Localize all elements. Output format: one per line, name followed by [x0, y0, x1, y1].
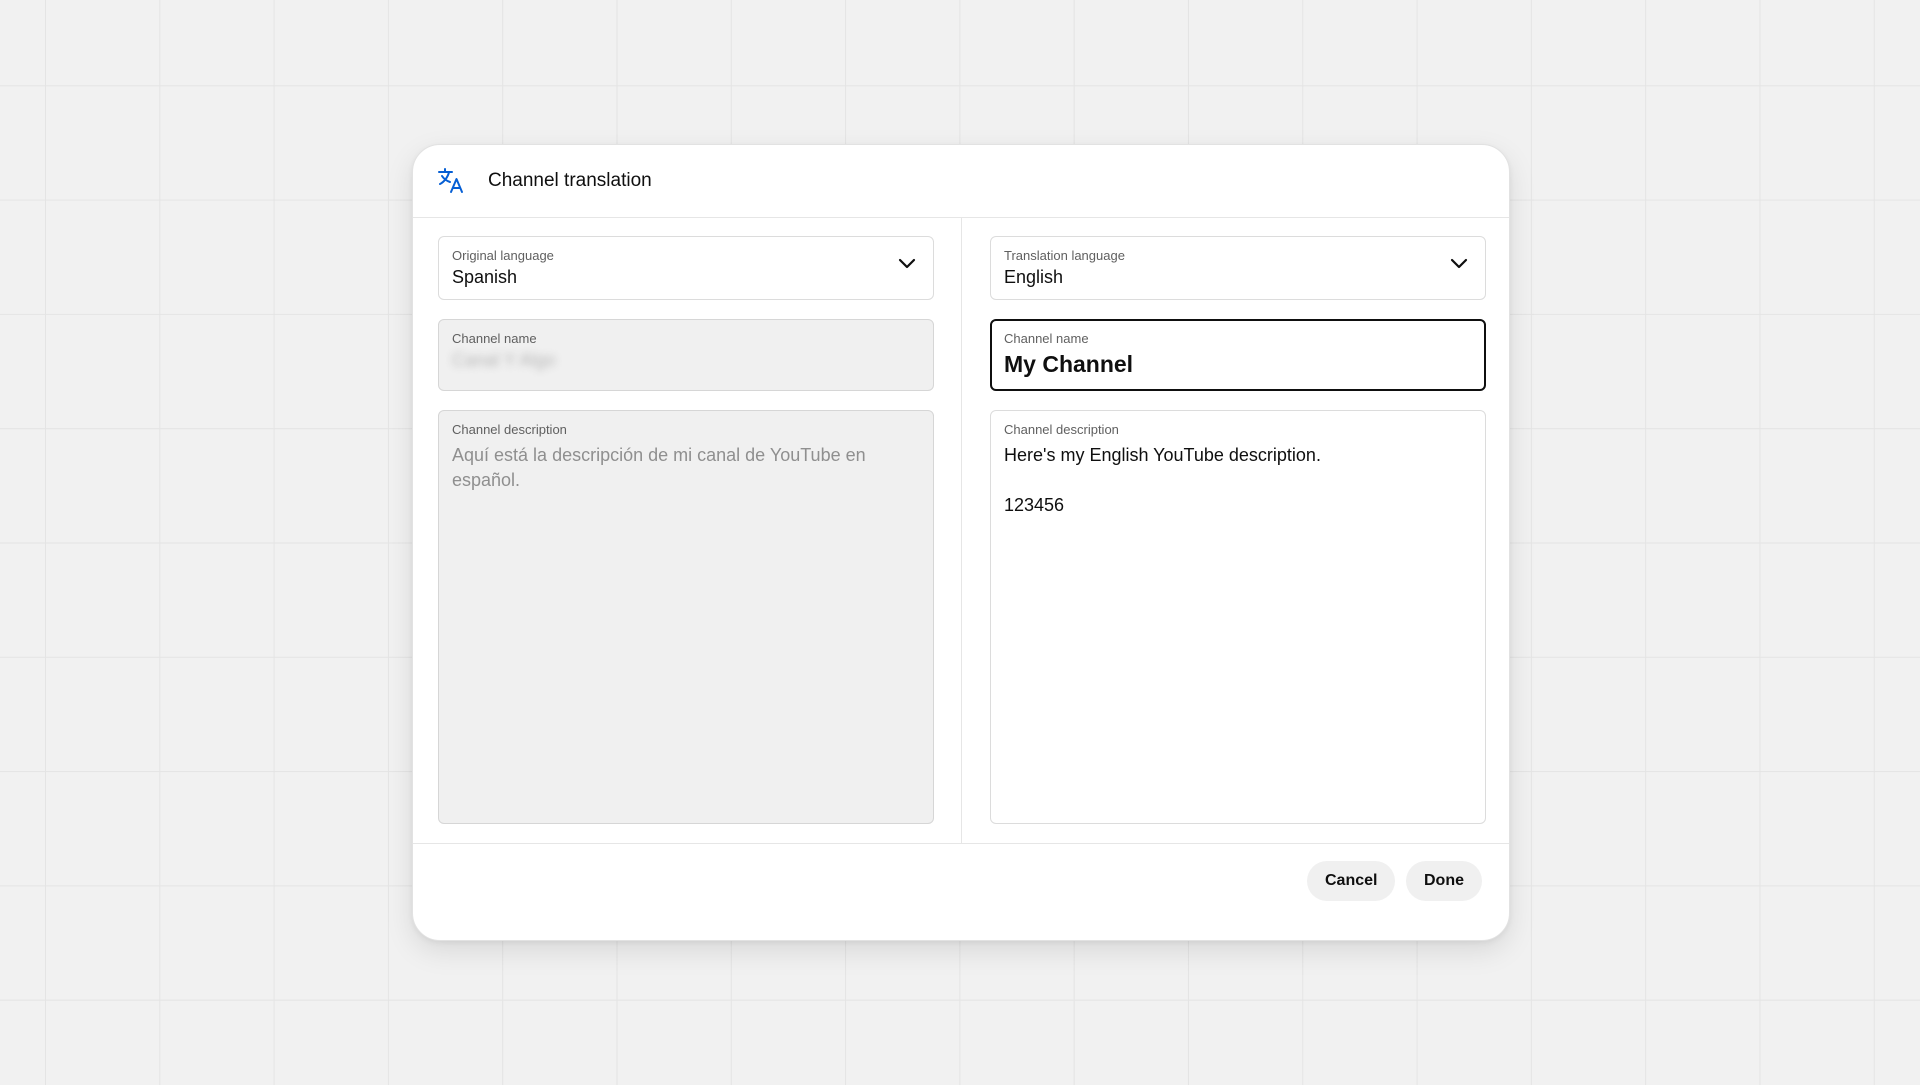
translation-channel-name-value[interactable]: My Channel [1004, 351, 1133, 378]
column-divider [961, 218, 962, 843]
translate-icon [438, 168, 463, 193]
chevron-down-icon [1450, 258, 1468, 269]
footer-divider [413, 843, 1509, 844]
original-channel-name-label: Channel name [452, 331, 537, 346]
original-language-value: Spanish [452, 267, 518, 287]
chevron-down-icon [898, 258, 916, 269]
translation-channel-name-label: Channel name [1004, 331, 1089, 346]
original-channel-name-value: Canal Y Algo [452, 350, 556, 370]
original-channel-name-field: Channel name Canal Y Algo [438, 319, 934, 391]
translation-language-label: Translation language [1004, 248, 1125, 263]
translation-channel-description-input[interactable]: Channel description Here's my English Yo… [990, 410, 1486, 824]
dialog-header: Channel translation [413, 145, 1509, 218]
original-language-label: Original language [452, 248, 554, 263]
original-description-label: Channel description [452, 422, 567, 437]
original-channel-description-field: Channel description Aquí está la descrip… [438, 410, 934, 824]
done-button[interactable]: Done [1406, 861, 1482, 901]
cancel-button[interactable]: Cancel [1307, 861, 1396, 901]
translation-language-dropdown[interactable]: Translation language English [990, 236, 1486, 300]
translation-language-value: English [1004, 267, 1064, 287]
translation-description-label: Channel description [1004, 422, 1119, 437]
original-description-text: Aquí está la descripción de mi canal de … [452, 445, 866, 490]
translation-description-text[interactable]: Here's my English YouTube description. 1… [1004, 443, 1445, 518]
dialog-title: Channel translation [488, 170, 652, 191]
translation-channel-name-input[interactable]: Channel name My Channel [990, 319, 1486, 391]
channel-translation-dialog: Channel translation Original language Sp… [412, 144, 1510, 941]
original-language-dropdown[interactable]: Original language Spanish [438, 236, 934, 300]
